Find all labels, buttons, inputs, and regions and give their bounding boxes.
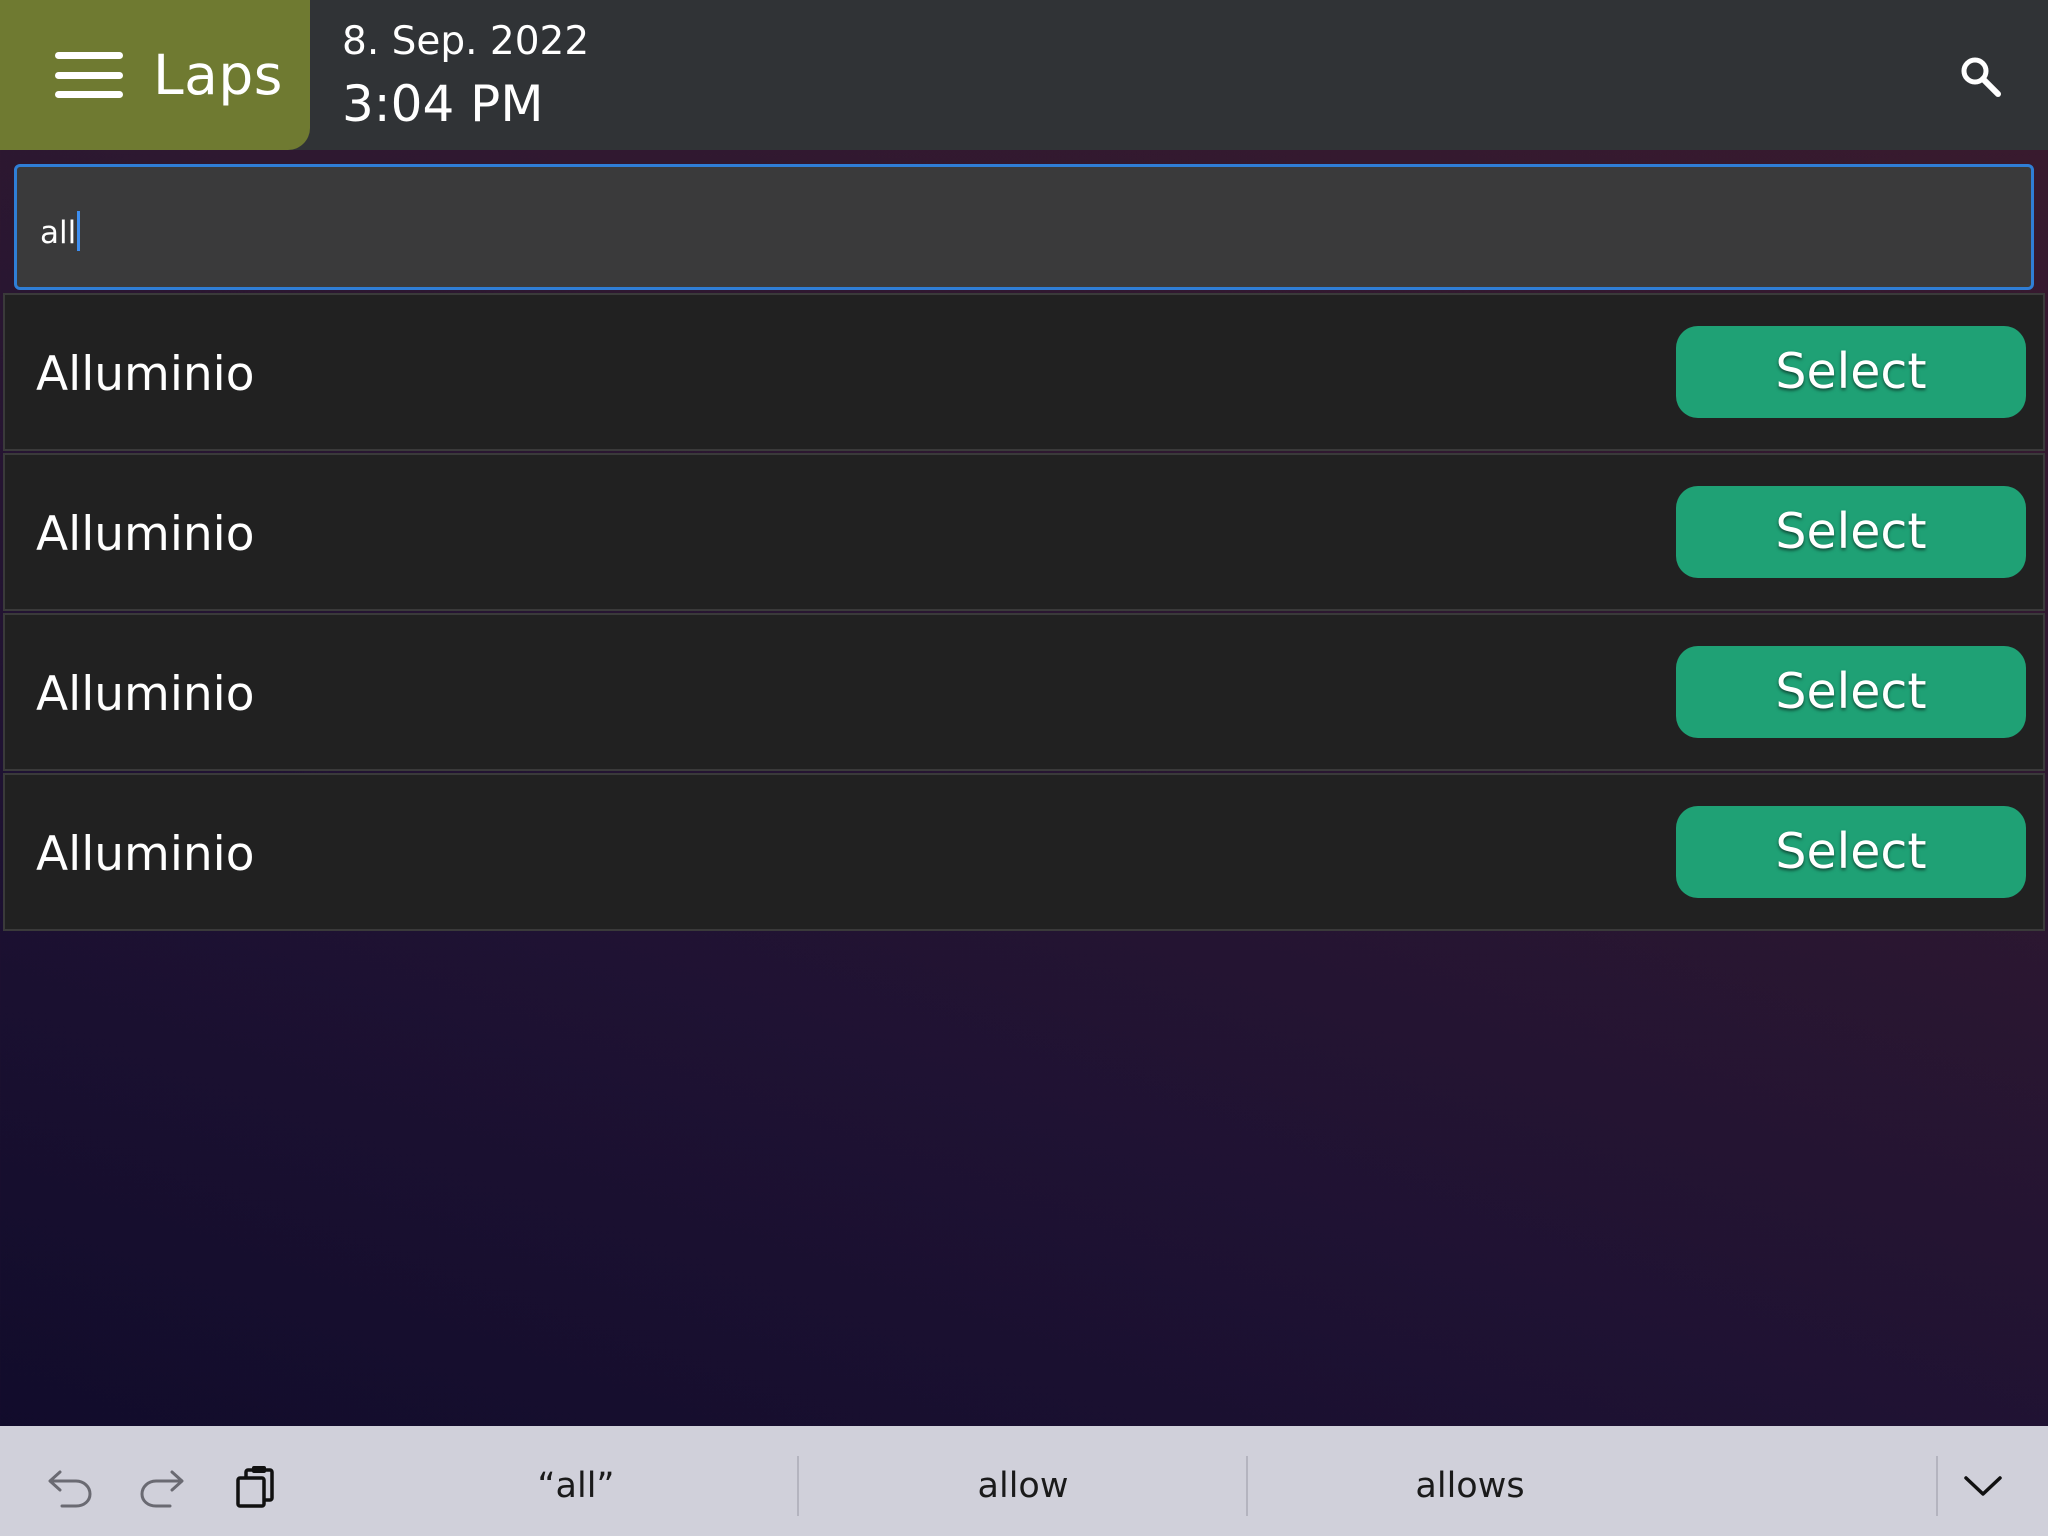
select-button[interactable]: Select	[1676, 806, 2026, 898]
hamburger-menu-icon[interactable]	[55, 52, 123, 98]
list-item-label: Alluminio	[36, 667, 255, 722]
date-label: 8. Sep. 2022	[342, 19, 590, 64]
list-item-label: Alluminio	[36, 347, 255, 402]
list-item-label: Alluminio	[36, 507, 255, 562]
list-item: Alluminio Select	[3, 613, 2045, 771]
list-item: Alluminio Select	[3, 453, 2045, 611]
results-list: Alluminio Select Alluminio Select Allumi…	[3, 293, 2045, 931]
keyboard-suggestion-bar: “all” allow allows	[0, 1426, 2048, 1536]
app-title: Laps	[153, 43, 283, 107]
time-label: 3:04 PM	[342, 75, 544, 133]
list-item-label: Alluminio	[36, 827, 255, 882]
select-button[interactable]: Select	[1676, 326, 2026, 418]
select-button[interactable]: Select	[1676, 486, 2026, 578]
suggestion-item[interactable]: allow	[799, 1426, 1247, 1536]
chevron-down-icon[interactable]	[1960, 1462, 2006, 1510]
redo-icon[interactable]	[138, 1462, 186, 1510]
select-button[interactable]: Select	[1676, 646, 2026, 738]
search-input-value: all	[40, 211, 81, 251]
list-item: Alluminio Select	[3, 773, 2045, 931]
top-bar: Laps 8. Sep. 2022 3:04 PM	[0, 0, 2048, 150]
search-input[interactable]: all	[14, 164, 2034, 290]
suggestion-item[interactable]: allows	[1248, 1426, 1692, 1536]
text-caret	[77, 211, 81, 251]
app-brand: Laps	[0, 0, 310, 150]
undo-icon[interactable]	[46, 1462, 94, 1510]
list-item: Alluminio Select	[3, 293, 2045, 451]
search-icon[interactable]	[1958, 54, 2002, 98]
paste-icon[interactable]	[232, 1462, 280, 1510]
suggestion-divider	[1936, 1456, 1938, 1516]
suggestion-item[interactable]: “all”	[351, 1426, 801, 1536]
